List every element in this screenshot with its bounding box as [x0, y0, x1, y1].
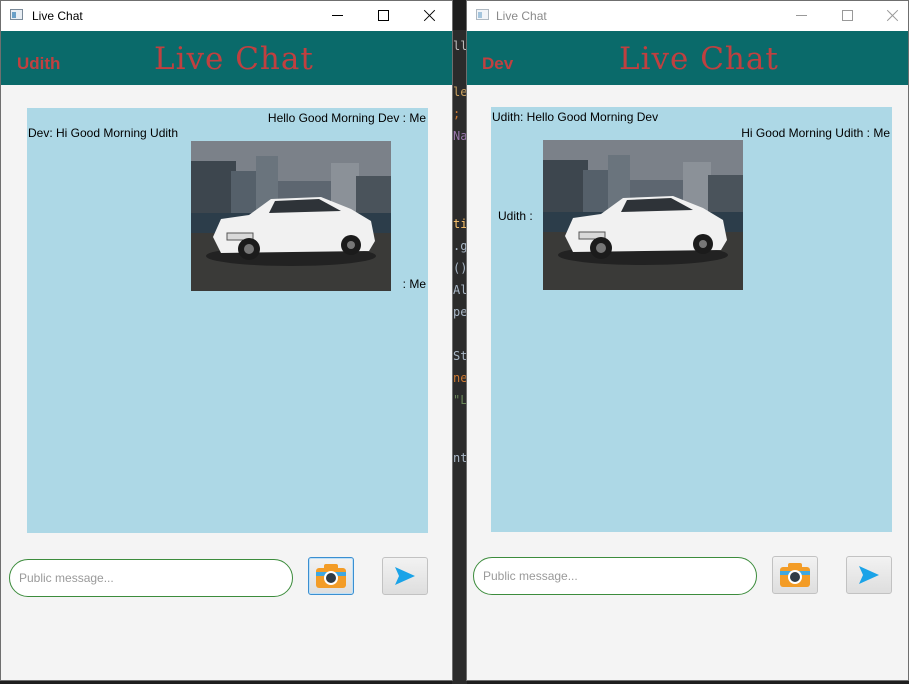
car-photo-icon	[191, 141, 391, 291]
message-image-car	[543, 140, 743, 290]
ide-fragment: le	[453, 85, 467, 99]
title-bar[interactable]: Live Chat	[1, 1, 452, 31]
camera-button[interactable]	[308, 557, 354, 595]
minimize-button[interactable]	[327, 5, 349, 27]
ide-fragment: St	[453, 349, 467, 363]
ide-fragment: ti	[453, 217, 467, 231]
background-ide-editor: lle le ; Na ti .g () Al pe St ne "L nt	[452, 30, 467, 684]
app-title: Live Chat	[619, 41, 779, 77]
ide-fragment: nt	[453, 451, 467, 465]
maximize-button[interactable]	[373, 5, 395, 27]
ide-fragment: lle	[453, 39, 467, 53]
current-user-name: Udith	[17, 54, 61, 73]
app-icon	[476, 9, 489, 20]
title-bar[interactable]: Live Chat	[467, 1, 908, 31]
message-outgoing: Hi Good Morning Udith : Me	[741, 126, 890, 140]
message-incoming: Udith: Hello Good Morning Dev	[492, 110, 659, 124]
camera-button[interactable]	[772, 556, 818, 594]
maximize-button[interactable]	[837, 5, 859, 27]
chat-header: Dev Live Chat	[467, 31, 908, 85]
ide-fragment: "L	[453, 393, 467, 407]
ide-fragment: ()	[453, 261, 467, 275]
window-title: Live Chat	[32, 9, 83, 23]
ide-fragment: Na	[453, 129, 467, 143]
send-button[interactable]	[846, 556, 892, 594]
ide-fragment: pe	[453, 305, 467, 319]
send-button[interactable]	[382, 557, 428, 595]
send-icon	[859, 566, 879, 584]
message-input[interactable]	[473, 557, 757, 595]
chat-window-dev: Live Chat Dev Live Chat Udith: Hello Goo…	[466, 0, 909, 681]
app-icon	[10, 9, 23, 20]
chat-messages-area[interactable]: Udith: Hello Good Morning Dev Hi Good Mo…	[491, 107, 892, 532]
message-incoming: Dev: Hi Good Morning Udith	[28, 126, 179, 140]
ide-fragment: ;	[453, 107, 461, 121]
ide-fragment: .g	[453, 239, 467, 253]
chat-header: Udith Live Chat	[1, 31, 452, 85]
close-button[interactable]	[419, 5, 441, 27]
app-title: Live Chat	[154, 41, 314, 77]
chat-window-udith: Live Chat Udith Live Chat Hello Good Mor…	[0, 0, 453, 681]
image-sender-label: : Me	[402, 277, 426, 291]
current-user-name: Dev	[482, 54, 514, 73]
ide-fragment: Al	[453, 283, 467, 297]
camera-icon	[780, 563, 810, 587]
image-sender-label: Udith :	[498, 209, 533, 223]
ide-fragment: ne	[453, 371, 467, 385]
minimize-button[interactable]	[791, 5, 813, 27]
message-input[interactable]	[9, 559, 293, 597]
camera-icon	[316, 564, 346, 588]
message-image-car	[191, 141, 391, 291]
send-icon	[395, 567, 415, 585]
window-title: Live Chat	[496, 9, 547, 23]
chat-messages-area[interactable]: Hello Good Morning Dev : Me Dev: Hi Good…	[27, 108, 428, 533]
car-photo-icon	[543, 140, 743, 290]
message-outgoing: Hello Good Morning Dev : Me	[267, 111, 426, 125]
close-button[interactable]	[882, 5, 904, 27]
